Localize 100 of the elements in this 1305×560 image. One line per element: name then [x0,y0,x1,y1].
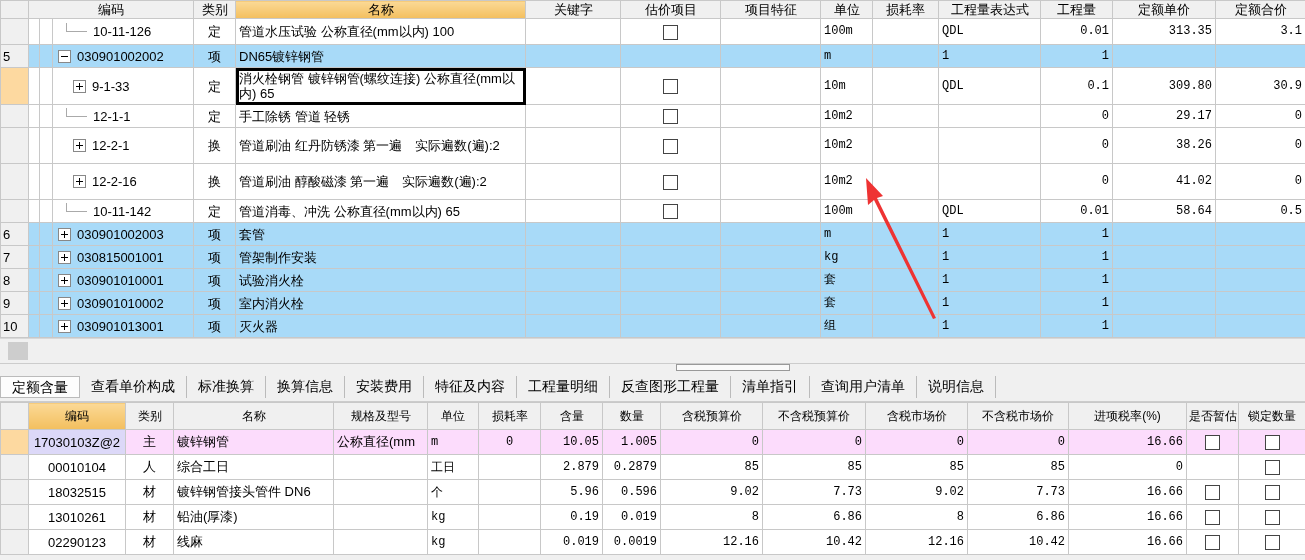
checkbox[interactable] [1205,535,1220,551]
column-header[interactable]: 是否暂估 [1186,402,1239,430]
table-cell: 16.66 [1068,504,1187,530]
column-header[interactable]: 工程量表达式 [938,0,1041,19]
name-cell: 消火栓钢管 镀锌钢管(螺纹连接) 公称直径(mm以内) 65 [235,67,526,105]
header-corner [0,0,29,19]
column-header[interactable]: 进项税率(%) [1068,402,1187,430]
column-header[interactable]: 损耗率 [872,0,939,19]
tab[interactable]: 工程量明细 [517,375,610,398]
checkbox[interactable] [1264,485,1280,501]
plus-icon [74,80,85,92]
tab[interactable]: 安装费用 [345,375,424,398]
checkbox[interactable] [1205,485,1220,501]
table-cell: 定 [193,67,236,105]
name-cell: 管架制作安装 [235,245,526,269]
column-header[interactable]: 编码 [28,0,194,19]
table-cell: 材 [125,529,174,555]
column-header[interactable]: 损耗率 [478,402,541,430]
column-header[interactable]: 估价项目 [620,0,721,19]
column-header[interactable]: 单位 [820,0,873,19]
column-header[interactable]: 名称 [173,402,334,430]
table-cell: 0.01 [1040,18,1113,45]
column-header[interactable]: 类别 [125,402,174,430]
tab[interactable]: 查看单价构成 [80,375,187,398]
scrollbar-thumb[interactable] [8,342,28,360]
table-cell: 公称直径(mm [333,429,428,455]
column-header[interactable]: 不含税预算价 [762,402,866,430]
tab[interactable]: 清单指引 [731,375,810,398]
column-header[interactable]: 含税市场价 [865,402,968,430]
tab[interactable]: 查询用户清单 [810,375,917,398]
checkbox[interactable] [663,109,678,125]
table-cell: 30.9 [1215,67,1305,105]
row-number: 6 [0,222,29,246]
column-header[interactable]: 含税预算价 [660,402,763,430]
checkbox[interactable] [663,204,678,220]
column-header[interactable]: 定额单价 [1112,0,1216,19]
code-text: 030901002002 [77,48,164,64]
column-header[interactable]: 类别 [193,0,236,19]
checkbox[interactable] [1205,435,1220,451]
column-header[interactable]: 含量 [540,402,603,430]
table-cell: 17030103Z@2 [28,429,126,455]
table-cell: 309.80 [1112,67,1216,105]
column-header[interactable]: 数量 [602,402,661,430]
column-header[interactable]: 定额合价 [1215,0,1305,19]
checkbox[interactable] [1264,435,1280,451]
checkbox[interactable] [1205,510,1220,526]
checkbox[interactable] [663,174,678,190]
table-cell: 7.73 [762,479,866,505]
row-number: 10 [0,314,29,338]
plus-icon [59,228,70,240]
column-header[interactable]: 项目特征 [720,0,821,19]
table-cell: 0 [865,429,968,455]
column-header[interactable]: 规格及型号 [333,402,428,430]
plus-icon [59,320,70,332]
expand-toggle[interactable] [73,139,86,152]
name-cell: 灭火器 [235,314,526,338]
table-cell: 38.26 [1112,127,1216,164]
tab[interactable]: 特征及内容 [424,375,517,398]
column-header[interactable]: 不含税市场价 [967,402,1069,430]
checkbox[interactable] [1264,460,1280,476]
column-header[interactable]: 锁定数量 [1238,402,1305,430]
tab[interactable]: 反查图形工程量 [610,375,731,398]
tab[interactable]: 标准换算 [187,375,266,398]
expand-toggle[interactable] [58,296,71,310]
table-cell: 85 [660,454,763,480]
tab[interactable]: 换算信息 [266,375,345,398]
tab[interactable]: 说明信息 [917,375,996,398]
column-header[interactable]: 名称 [235,0,526,19]
tab[interactable]: 定额含量 [0,375,80,398]
checkbox[interactable] [663,79,678,95]
expand-toggle[interactable] [73,175,86,188]
row-number: 8 [0,268,29,292]
table-cell: 16.66 [1068,479,1187,505]
row-number: 9 [0,291,29,315]
checkbox[interactable] [1264,510,1280,526]
table-cell: 18032515 [28,479,126,505]
code-text: 9-1-33 [92,78,130,94]
collapse-toggle[interactable] [58,49,71,63]
checkbox[interactable] [663,24,678,40]
splitter-handle[interactable] [675,364,790,371]
table-cell: 7.73 [967,479,1069,505]
checkbox[interactable] [1264,535,1280,551]
code-text: 030815001001 [77,249,164,265]
table-cell: 综合工日 [173,454,334,480]
table-cell: 8 [660,504,763,530]
column-header[interactable]: 编码 [28,402,126,430]
expand-toggle[interactable] [73,79,86,93]
row-number: 7 [0,245,29,269]
horizontal-scrollbar[interactable] [0,338,1305,363]
checkbox[interactable] [663,138,678,154]
table-cell: 41.02 [1112,163,1216,200]
expand-toggle[interactable] [58,273,71,287]
expand-toggle[interactable] [58,227,71,241]
name-cell: 试验消火栓 [235,268,526,292]
column-header[interactable]: 单位 [427,402,479,430]
column-header[interactable]: 工程量 [1040,0,1113,19]
expand-toggle[interactable] [58,319,71,333]
name-cell: 管道刷油 红丹防锈漆 第一遍 实际遍数(遍):2 [235,127,526,164]
column-header[interactable]: 关键字 [525,0,621,19]
expand-toggle[interactable] [58,250,71,264]
